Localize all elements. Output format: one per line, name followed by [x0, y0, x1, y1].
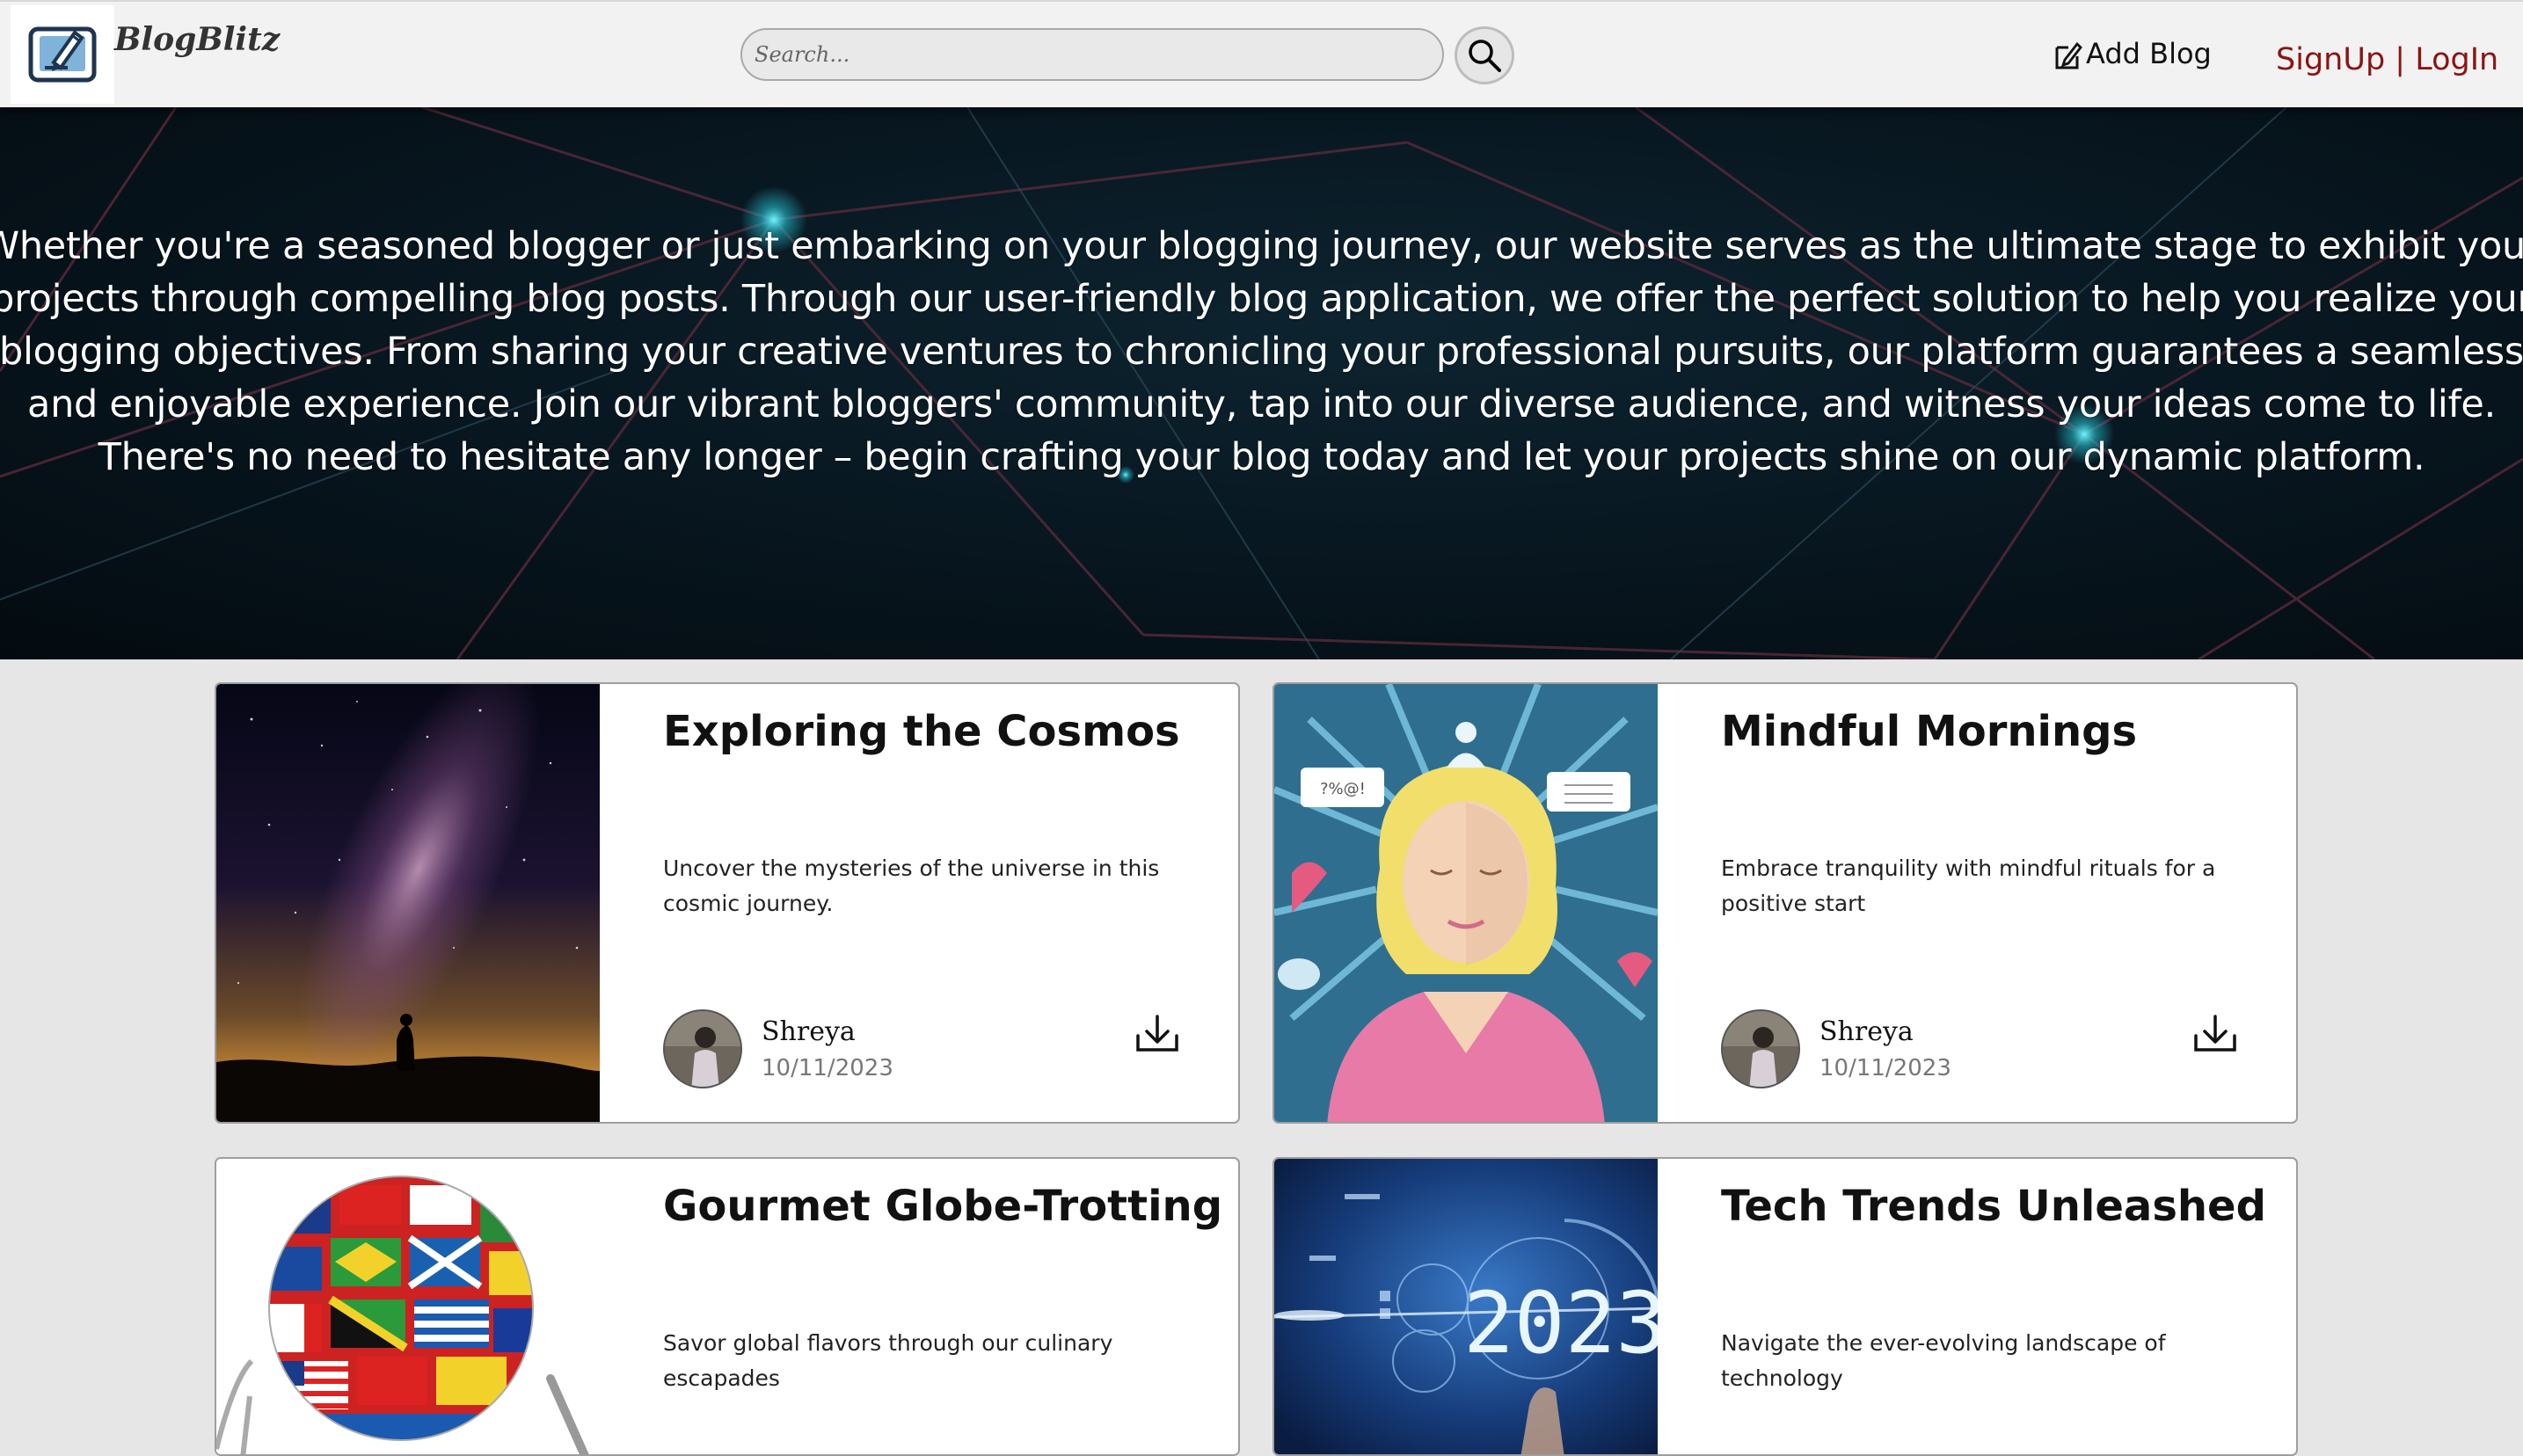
blog-card[interactable]: Gourmet Globe-Trotting Savor global flav…	[215, 1157, 1240, 1456]
download-icon	[2194, 1015, 2236, 1052]
download-button[interactable]	[2192, 1013, 2238, 1059]
blog-card[interactable]: ?%@! Mindful Mornings Embrace tranquilit…	[1272, 682, 2298, 1124]
pencil-square-icon	[2055, 41, 2082, 69]
post-description: Navigate the ever-evolving landscape of …	[1721, 1330, 2166, 1391]
search-icon	[1469, 40, 1501, 72]
add-blog-label: Add Blog	[2086, 37, 2212, 70]
svg-text:?%@!: ?%@!	[1320, 780, 1366, 798]
post-image-cosmos[interactable]	[216, 684, 600, 1122]
hero-description: Whether you're a seasoned blogger or jus…	[0, 224, 2523, 479]
signup-login-link[interactable]: SignUp | LogIn	[2276, 42, 2498, 77]
hero-banner: Whether you're a seasoned blogger or jus…	[0, 107, 2523, 659]
author-avatar	[663, 1009, 742, 1088]
blog-card[interactable]: Exploring the Cosmos Uncover the mysteri…	[215, 682, 1240, 1124]
download-icon	[1136, 1015, 1178, 1052]
author-name: Shreya	[762, 1016, 856, 1047]
post-date: 10/11/2023	[762, 1055, 893, 1081]
blog-edit-icon	[28, 26, 97, 83]
download-button[interactable]	[1134, 1013, 1180, 1059]
tech-year-text: 2023	[1463, 1274, 1658, 1372]
post-image-tech[interactable]: 2023	[1274, 1159, 1658, 1454]
post-description: Embrace tranquility with mindful rituals…	[1721, 855, 2216, 916]
blog-card[interactable]: 2023 Tech Trends Unleashed Navigate the …	[1272, 1157, 2298, 1456]
brand-name[interactable]: BlogBlitz	[114, 21, 280, 58]
post-title[interactable]: Gourmet Globe-Trotting	[663, 1182, 1222, 1231]
navbar: BlogBlitz Add Blog SignUp | LogIn	[0, 0, 2523, 107]
author-avatar	[1721, 1009, 1800, 1088]
search-input[interactable]	[740, 28, 1444, 81]
author-name: Shreya	[1819, 1016, 1914, 1047]
post-title[interactable]: Tech Trends Unleashed	[1721, 1182, 2266, 1231]
post-date: 10/11/2023	[1819, 1055, 1951, 1081]
post-description: Savor global flavors through our culinar…	[663, 1330, 1113, 1391]
add-blog-link[interactable]: Add Blog	[2054, 37, 2212, 70]
post-image-mindful[interactable]: ?%@!	[1274, 684, 1658, 1122]
logo[interactable]	[11, 5, 114, 104]
post-title[interactable]: Mindful Mornings	[1721, 707, 2137, 756]
post-description: Uncover the mysteries of the universe in…	[663, 855, 1160, 916]
post-title[interactable]: Exploring the Cosmos	[663, 707, 1180, 756]
post-image-globe[interactable]	[216, 1159, 600, 1454]
search-button[interactable]	[1455, 26, 1514, 84]
